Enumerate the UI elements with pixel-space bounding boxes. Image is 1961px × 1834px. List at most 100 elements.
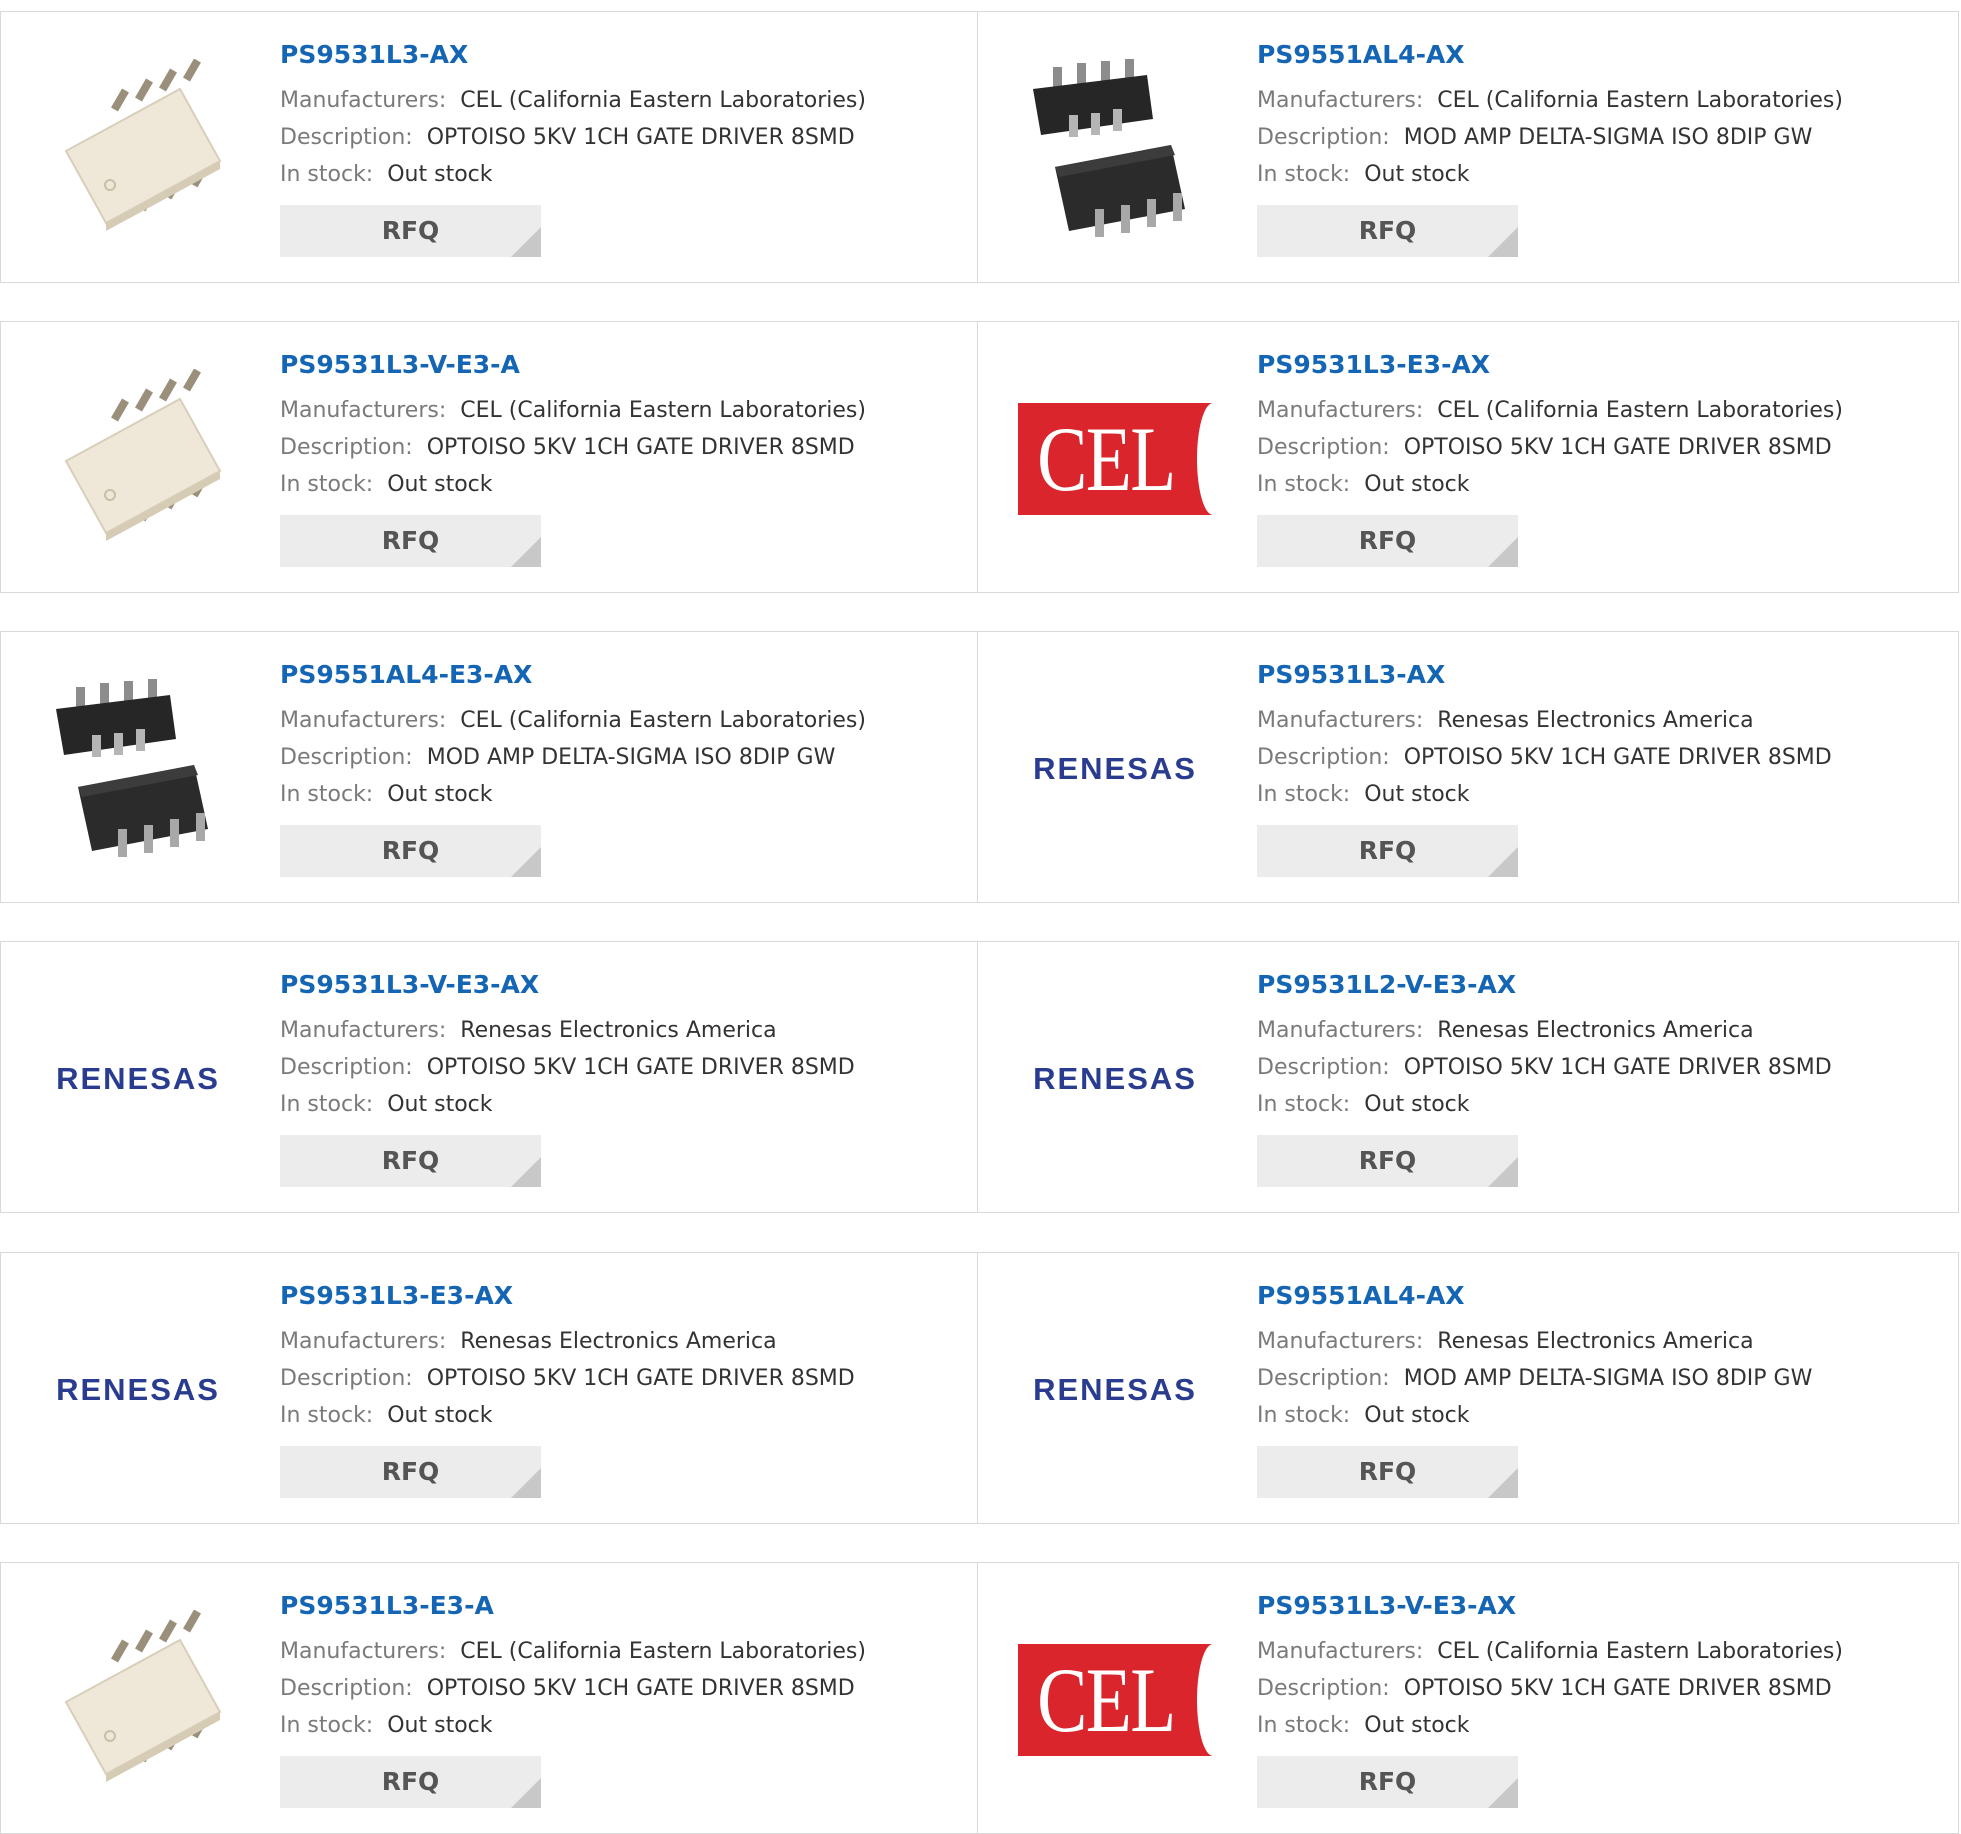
rfq-button[interactable]: RFQ [1257, 825, 1518, 877]
rfq-button[interactable]: RFQ [1257, 1135, 1518, 1187]
product-image[interactable]: RENESAS [41, 982, 235, 1176]
manufacturer-label: Manufacturers: [1257, 88, 1424, 113]
description-label: Description: [1257, 745, 1390, 770]
description-row: Description: OPTOISO 5KV 1CH GATE DRIVER … [1257, 739, 1948, 776]
stock-row: In stock: Out stock [1257, 1707, 1948, 1744]
stock-value: Out stock [1364, 1092, 1470, 1117]
rfq-button[interactable]: RFQ [1257, 205, 1518, 257]
manufacturer-value: CEL (California Eastern Laboratories) [1437, 88, 1843, 113]
part-number-link[interactable]: PS9531L3-AX [280, 40, 967, 70]
product-image[interactable]: RENESAS [41, 1293, 235, 1487]
product-card: RENESAS PS9531L3-E3-AX Manufacturers: Ren… [0, 1252, 978, 1524]
part-number-link[interactable]: PS9551AL4-AX [1257, 40, 1948, 70]
description-value: OPTOISO 5KV 1CH GATE DRIVER 8SMD [1403, 1055, 1832, 1080]
product-image[interactable]: CEL [1018, 362, 1213, 556]
stock-value: Out stock [387, 162, 493, 187]
stock-label: In stock: [280, 1403, 374, 1428]
renesas-logo: RENESAS [1033, 1061, 1197, 1096]
stock-value: Out stock [1364, 472, 1470, 497]
product-image[interactable]: RENESAS [1018, 982, 1212, 1176]
product-card: RENESAS PS9531L3-AX Manufacturers: Renesa… [978, 631, 1959, 903]
renesas-logo: RENESAS [1033, 751, 1197, 786]
rfq-button[interactable]: RFQ [280, 1446, 541, 1498]
stock-value: Out stock [1364, 1713, 1470, 1738]
stock-row: In stock: Out stock [280, 776, 967, 813]
rfq-button[interactable]: RFQ [280, 515, 541, 567]
rfq-corner-decoration [511, 1468, 541, 1498]
part-number-link[interactable]: PS9531L3-AX [1257, 660, 1948, 690]
rfq-corner-decoration [1488, 1778, 1518, 1808]
manufacturer-value: Renesas Electronics America [460, 1329, 777, 1354]
description-row: Description: OPTOISO 5KV 1CH GATE DRIVER … [280, 429, 967, 466]
description-value: OPTOISO 5KV 1CH GATE DRIVER 8SMD [426, 125, 855, 150]
stock-row: In stock: Out stock [1257, 776, 1948, 813]
description-row: Description: OPTOISO 5KV 1CH GATE DRIVER … [1257, 1049, 1948, 1086]
product-row: RENESAS PS9531L3-E3-AX Manufacturers: Ren… [0, 1252, 1961, 1524]
part-number-link[interactable]: PS9531L2-V-E3-AX [1257, 970, 1948, 1000]
part-number-link[interactable]: PS9531L3-V-E3-A [280, 350, 967, 380]
rfq-button[interactable]: RFQ [1257, 515, 1518, 567]
product-card: PS9531L3-AX Manufacturers: CEL (Californi… [0, 11, 978, 283]
part-number-link[interactable]: PS9531L3-V-E3-AX [280, 970, 967, 1000]
stock-value: Out stock [1364, 1403, 1470, 1428]
product-image[interactable] [41, 672, 235, 866]
renesas-logo: RENESAS [56, 1061, 220, 1096]
rfq-button[interactable]: RFQ [280, 825, 541, 877]
product-image[interactable]: RENESAS [1018, 1293, 1212, 1487]
product-grid: PS9531L3-AX Manufacturers: CEL (Californi… [0, 0, 1961, 1834]
stock-row: In stock: Out stock [1257, 1086, 1948, 1123]
manufacturer-row: Manufacturers: Renesas Electronics Americ… [280, 1012, 967, 1049]
part-number-link[interactable]: PS9551AL4-AX [1257, 1281, 1948, 1311]
stock-label: In stock: [1257, 1713, 1351, 1738]
rfq-button[interactable]: RFQ [280, 1135, 541, 1187]
product-info: PS9531L3-AX Manufacturers: Renesas Electr… [1257, 660, 1948, 877]
product-card: CEL PS9531L3-E3-AX Manufacturers: CEL (Ca… [978, 321, 1959, 593]
rfq-corner-decoration [1488, 537, 1518, 567]
product-image[interactable] [41, 362, 235, 556]
description-value: MOD AMP DELTA-SIGMA ISO 8DIP GW [1403, 1366, 1813, 1391]
part-number-link[interactable]: PS9531L3-E3-AX [280, 1281, 967, 1311]
part-number-link[interactable]: PS9531L3-E3-A [280, 1591, 967, 1621]
stock-value: Out stock [387, 472, 493, 497]
product-image[interactable] [41, 1603, 235, 1797]
product-card: PS9551AL4-AX Manufacturers: CEL (Californ… [978, 11, 1959, 283]
description-label: Description: [1257, 435, 1390, 460]
product-info: PS9531L3-V-E3-AX Manufacturers: CEL (Cali… [1257, 1591, 1948, 1808]
product-image[interactable]: CEL [1018, 1603, 1213, 1797]
rfq-button[interactable]: RFQ [280, 1756, 541, 1808]
part-number-link[interactable]: PS9531L3-V-E3-AX [1257, 1591, 1948, 1621]
product-image[interactable] [41, 52, 235, 246]
stock-row: In stock: Out stock [1257, 466, 1948, 503]
manufacturer-row: Manufacturers: CEL (California Eastern La… [280, 702, 967, 739]
product-card: PS9531L3-E3-A Manufacturers: CEL (Califor… [0, 1562, 978, 1834]
product-image[interactable]: RENESAS [1018, 672, 1212, 866]
manufacturer-row: Manufacturers: CEL (California Eastern La… [1257, 392, 1948, 429]
description-label: Description: [280, 125, 413, 150]
stock-row: In stock: Out stock [280, 466, 967, 503]
part-number-link[interactable]: PS9551AL4-E3-AX [280, 660, 967, 690]
description-row: Description: OPTOISO 5KV 1CH GATE DRIVER … [1257, 429, 1948, 466]
product-card: PS9531L3-V-E3-A Manufacturers: CEL (Calif… [0, 321, 978, 593]
description-row: Description: MOD AMP DELTA-SIGMA ISO 8DIP… [1257, 1360, 1948, 1397]
part-number-link[interactable]: PS9531L3-E3-AX [1257, 350, 1948, 380]
manufacturer-label: Manufacturers: [1257, 1329, 1424, 1354]
stock-row: In stock: Out stock [1257, 156, 1948, 193]
rfq-label: RFQ [1358, 836, 1417, 865]
rfq-label: RFQ [1358, 1146, 1417, 1175]
manufacturer-label: Manufacturers: [280, 1329, 447, 1354]
description-value: OPTOISO 5KV 1CH GATE DRIVER 8SMD [426, 1676, 855, 1701]
rfq-button[interactable]: RFQ [1257, 1446, 1518, 1498]
product-row: PS9531L3-V-E3-A Manufacturers: CEL (Calif… [0, 321, 1961, 593]
rfq-button[interactable]: RFQ [1257, 1756, 1518, 1808]
stock-value: Out stock [387, 1092, 493, 1117]
manufacturer-value: CEL (California Eastern Laboratories) [460, 88, 866, 113]
stock-label: In stock: [280, 162, 374, 187]
description-row: Description: OPTOISO 5KV 1CH GATE DRIVER … [1257, 1670, 1948, 1707]
stock-label: In stock: [280, 1713, 374, 1738]
stock-row: In stock: Out stock [280, 1707, 967, 1744]
stock-row: In stock: Out stock [280, 156, 967, 193]
rfq-corner-decoration [1488, 1157, 1518, 1187]
product-image[interactable] [1018, 52, 1212, 246]
stock-value: Out stock [387, 782, 493, 807]
rfq-button[interactable]: RFQ [280, 205, 541, 257]
